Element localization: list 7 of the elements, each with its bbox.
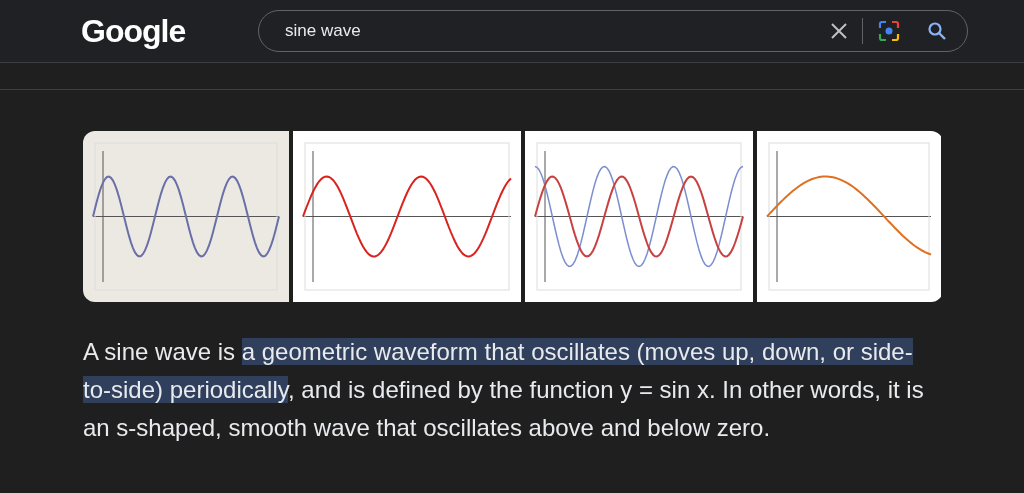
google-logo[interactable]: Google (81, 12, 231, 50)
answer-paragraph: A sine wave is a geometric waveform that oscillates (moves up, down, or side-to-side) periodically, and is defined by the function y = sin x. In other words, it is an s-shaped, smooth wave that oscillates above and below zero. (83, 337, 925, 443)
search-bar[interactable]: sine wave (258, 10, 968, 52)
camera-lens-icon[interactable] (877, 19, 901, 43)
close-icon[interactable] (830, 22, 848, 40)
search-field[interactable]: sine wave (285, 21, 830, 41)
search-icon[interactable] (927, 21, 947, 41)
